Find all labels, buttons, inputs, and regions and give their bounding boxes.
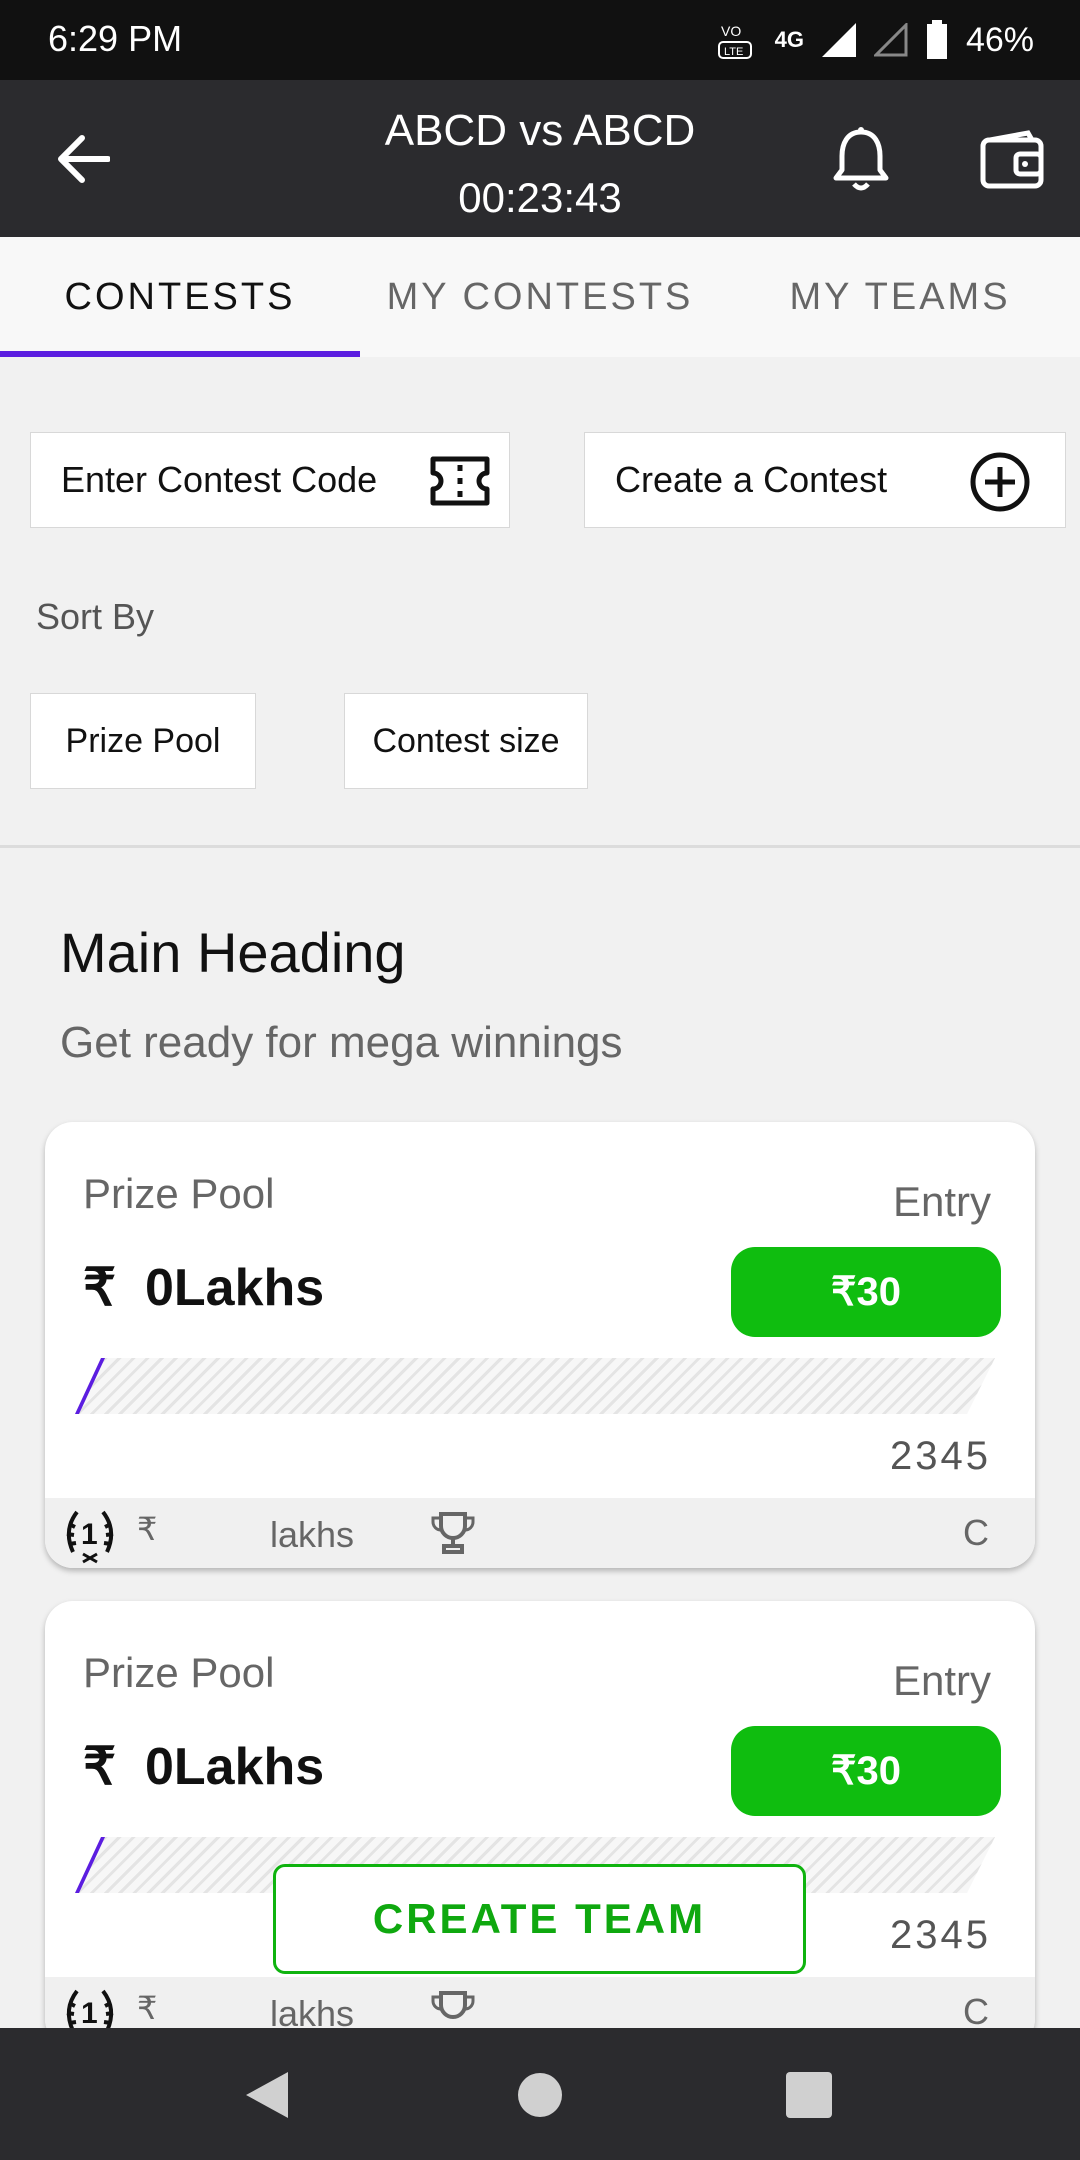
prize-pool-label: Prize Pool bbox=[83, 1170, 275, 1217]
spots-count: 2345 bbox=[890, 1434, 991, 1478]
sort-contest-size-button[interactable]: Contest size bbox=[344, 693, 588, 789]
enter-contest-code-button[interactable]: Enter Contest Code bbox=[30, 432, 510, 528]
trophy-icon bbox=[431, 1512, 475, 1554]
sort-prize-pool-button[interactable]: Prize Pool bbox=[30, 693, 256, 789]
entry-label: Entry bbox=[892, 1178, 991, 1225]
tab-my-contests[interactable]: MY CONTESTS bbox=[360, 237, 720, 357]
entry-label: Entry bbox=[892, 1657, 991, 1704]
nav-home-icon[interactable] bbox=[517, 2072, 563, 2118]
ticket-icon bbox=[430, 456, 490, 506]
nav-recents-icon[interactable] bbox=[786, 2072, 832, 2118]
svg-text:1: 1 bbox=[81, 1997, 98, 2030]
network-type-label: 4G bbox=[774, 27, 804, 52]
create-contest-button[interactable]: Create a Contest bbox=[584, 432, 1066, 528]
signal-empty-icon bbox=[873, 23, 908, 57]
footer-currency: ₹ bbox=[137, 1511, 158, 1547]
bell-icon[interactable] bbox=[832, 126, 890, 192]
entry-fee-button[interactable]: ₹30 bbox=[731, 1247, 1001, 1337]
wallet-icon[interactable] bbox=[980, 130, 1044, 190]
footer-c: C bbox=[963, 1991, 989, 2032]
contest-card[interactable]: Prize Pool Entry ₹ 0Lakhs ₹30 2345 1 ₹ l… bbox=[45, 1122, 1035, 1568]
battery-icon bbox=[926, 20, 947, 59]
match-timer: 00:23:43 bbox=[458, 174, 622, 221]
sort-prize-pool-label: Prize Pool bbox=[65, 721, 221, 760]
svg-text:1: 1 bbox=[81, 1518, 98, 1551]
sort-by-label: Sort By bbox=[36, 596, 155, 637]
create-contest-label: Create a Contest bbox=[615, 459, 888, 500]
app-bar: ABCD vs ABCD 00:23:43 bbox=[0, 80, 1080, 237]
plus-circle-icon bbox=[970, 452, 1030, 512]
enter-contest-code-label: Enter Contest Code bbox=[61, 459, 378, 500]
status-time: 6:29 PM bbox=[48, 18, 183, 59]
prize-amount: ₹ 0Lakhs bbox=[83, 1737, 324, 1797]
system-nav-bar bbox=[0, 2028, 1080, 2160]
footer-currency: ₹ bbox=[137, 1990, 158, 2026]
prize-amount: ₹ 0Lakhs bbox=[83, 1258, 324, 1318]
signal-icon bbox=[821, 23, 856, 57]
tab-indicator bbox=[0, 351, 360, 357]
match-title: ABCD vs ABCD bbox=[384, 106, 696, 155]
section-heading: Main Heading bbox=[60, 921, 406, 984]
create-team-button[interactable]: CREATE TEAM bbox=[273, 1864, 806, 1974]
svg-text:VO: VO bbox=[721, 23, 741, 39]
battery-percent: 46% bbox=[965, 20, 1034, 59]
volte-icon: VO LTE bbox=[717, 23, 752, 59]
section-divider bbox=[0, 845, 1080, 848]
entry-fee-button[interactable]: ₹30 bbox=[731, 1726, 1001, 1816]
tab-my-teams[interactable]: MY TEAMS bbox=[720, 237, 1080, 357]
footer-lakhs: lakhs bbox=[270, 1514, 355, 1555]
prize-amount-value: 0Lakhs bbox=[145, 1259, 325, 1317]
tab-bar: CONTESTS MY CONTESTS MY TEAMS bbox=[0, 237, 1080, 357]
currency-symbol: ₹ bbox=[83, 1738, 117, 1796]
section-subheading: Get ready for mega winnings bbox=[60, 1018, 623, 1067]
svg-text:LTE: LTE bbox=[724, 46, 743, 58]
footer-c: C bbox=[963, 1512, 989, 1553]
contest-card[interactable]: Prize Pool Entry ₹ 0Lakhs ₹30 2345 1 ₹ l… bbox=[45, 1601, 1035, 2047]
currency-symbol: ₹ bbox=[83, 1259, 117, 1317]
spots-progress-bar bbox=[75, 1358, 995, 1414]
contest-card-footer: 1 ₹ lakhs C bbox=[45, 1498, 1035, 1568]
nav-back-icon[interactable] bbox=[244, 2070, 290, 2120]
laurel-rank-icon: 1 bbox=[66, 1510, 114, 1564]
status-bar: 6:29 PM VO LTE 4G 46% bbox=[0, 0, 1080, 80]
spots-count: 2345 bbox=[890, 1913, 991, 1957]
prize-amount-value: 0Lakhs bbox=[145, 1738, 325, 1796]
status-icons: VO LTE 4G 46% bbox=[717, 18, 1034, 62]
prize-pool-label: Prize Pool bbox=[83, 1649, 275, 1696]
sort-contest-size-label: Contest size bbox=[372, 721, 560, 760]
tab-contests[interactable]: CONTESTS bbox=[0, 237, 360, 357]
